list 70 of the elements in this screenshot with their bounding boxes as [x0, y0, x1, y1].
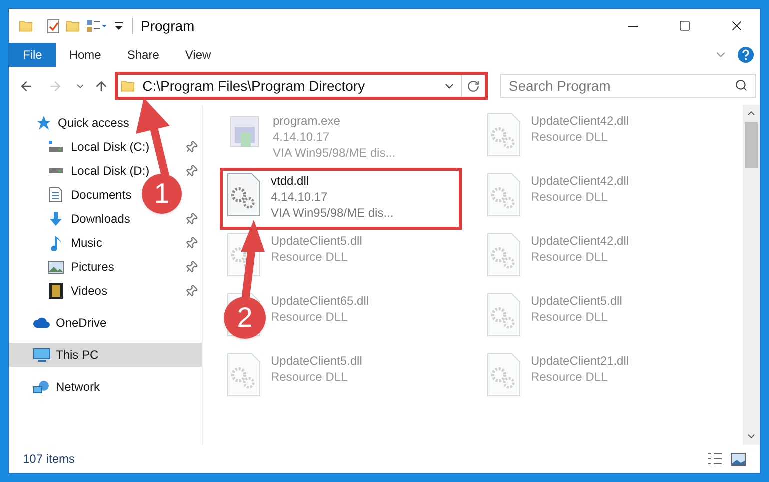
address-path: C:\Program Files\Program Directory [142, 76, 366, 96]
window-title: Program [141, 16, 195, 36]
nav-item[interactable]: Network [9, 375, 202, 399]
ribbon-tab[interactable]: File [9, 43, 56, 67]
gear-file-icon [487, 293, 521, 337]
address-bar[interactable]: C:\Program Files\Program Directory [114, 72, 488, 100]
file-detail: Resource DLL [531, 369, 609, 385]
file-detail: 4.14.10.17 [271, 189, 329, 205]
gear-file-icon [487, 173, 521, 217]
computer-icon [33, 348, 51, 362]
folder-icon [120, 78, 135, 94]
nav-label: This PC [56, 347, 99, 364]
thumbnail-view-icon[interactable] [731, 452, 746, 466]
gear-file-icon [487, 233, 521, 277]
gear-file-icon [487, 113, 521, 157]
film-icon [49, 283, 63, 299]
nav-label[interactable]: Videos [71, 282, 108, 300]
drive-icon [48, 168, 64, 174]
nav-label[interactable]: Local Disk (C:) [71, 138, 150, 156]
nav-item[interactable]: This PC [9, 343, 202, 367]
ribbon-tab[interactable]: Share [114, 43, 172, 67]
nav-label[interactable]: Documents [71, 186, 132, 204]
nav-label[interactable]: Music [71, 234, 102, 252]
gear-file-icon [227, 353, 261, 397]
folder-icon [19, 19, 33, 33]
refresh-icon[interactable] [466, 80, 480, 92]
file-detail: Resource DLL [531, 309, 609, 325]
maximize-icon [679, 20, 691, 32]
scroll-thumb[interactable] [745, 122, 758, 168]
properties-icon[interactable] [47, 18, 60, 34]
ribbon-tab[interactable]: Home [56, 43, 114, 67]
nav-label: OneDrive [56, 315, 107, 332]
file-detail: Resource DLL [531, 249, 609, 265]
gear-file-icon [227, 173, 261, 217]
nav-label: Network [56, 379, 100, 396]
file-detail: Resource DLL [531, 129, 609, 145]
picture-icon [48, 260, 64, 274]
nav-item[interactable]: Quick access [9, 111, 202, 135]
cloud-icon [33, 317, 51, 329]
nav-label: Quick access [58, 115, 130, 132]
nav-label[interactable]: Downloads [71, 210, 130, 228]
back-icon[interactable] [19, 78, 34, 94]
nav-item[interactable]: OneDrive [9, 311, 202, 335]
file-detail: Resource DLL [531, 189, 609, 205]
nav-label[interactable]: Pictures [71, 258, 114, 276]
up-icon[interactable] [94, 78, 109, 94]
search-field[interactable]: Search Program [500, 74, 756, 98]
details-view-icon[interactable] [707, 452, 723, 466]
scrollbar[interactable] [743, 105, 760, 445]
star-icon [36, 115, 52, 131]
file-detail: VIA Win95/98/ME dis... [273, 145, 396, 161]
search-icon [735, 79, 748, 92]
gear-file-icon [487, 353, 521, 397]
download-icon [48, 211, 64, 227]
file-name[interactable]: vtdd.dll [271, 173, 394, 189]
file-detail: 4.14.10.17 [273, 129, 331, 145]
customize-toolbar-icon[interactable] [114, 21, 124, 31]
music-note-icon [50, 235, 62, 251]
ribbon-tab[interactable]: View [172, 43, 224, 67]
network-icon [33, 380, 51, 394]
help-icon[interactable] [738, 47, 754, 63]
file-detail: Resource DLL [271, 309, 349, 325]
new-folder-icon [66, 19, 80, 33]
item-count: 107 items [23, 451, 76, 468]
file-detail: Resource DLL [271, 249, 349, 265]
file-detail: Resource DLL [271, 369, 349, 385]
document-icon [49, 187, 63, 203]
view-options-icon[interactable] [86, 19, 108, 33]
file-detail: VIA Win95/98/ME dis... [271, 205, 394, 221]
drive-icon [48, 140, 64, 154]
